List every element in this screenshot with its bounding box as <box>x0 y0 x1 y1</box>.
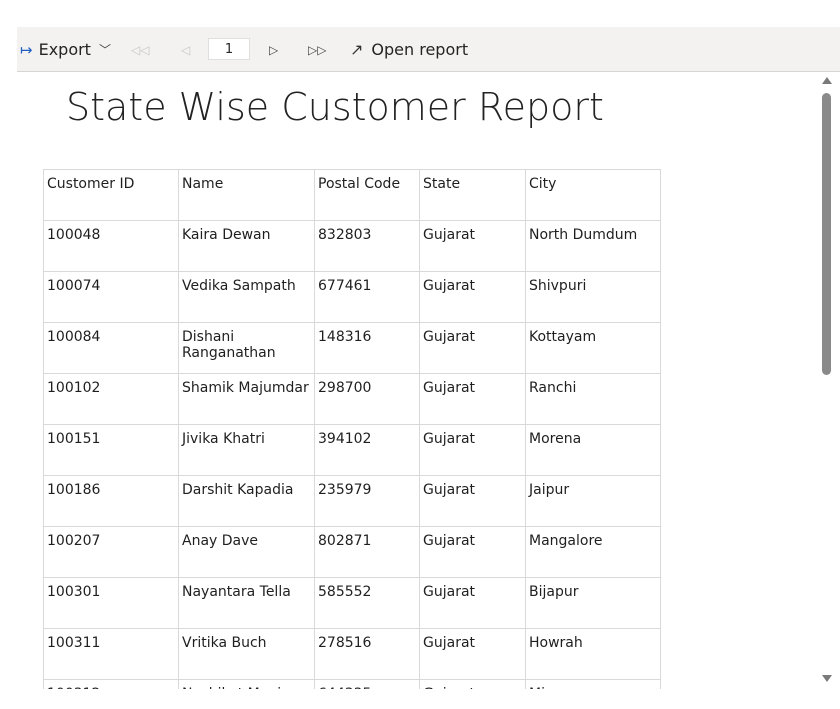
state-cell: Gujarat <box>419 679 526 689</box>
last-page-button[interactable]: ▷▷ <box>308 27 326 72</box>
customer-id-cell: 100301 <box>43 577 179 629</box>
city-cell: Ranchi <box>525 373 661 425</box>
table-row: 100186 Darshit Kapadia 235979 Gujarat Ja… <box>43 475 661 527</box>
first-page-button[interactable]: ◁◁ <box>131 27 149 72</box>
state-cell: Gujarat <box>419 526 526 578</box>
city-cell: Kottayam <box>525 322 661 374</box>
customer-id-cell: 100102 <box>43 373 179 425</box>
customer-id-cell: 100151 <box>43 424 179 476</box>
city-cell: North Dumdum <box>525 220 661 272</box>
column-header-state: State <box>419 169 526 221</box>
name-cell: Anay Dave <box>178 526 315 578</box>
state-cell: Gujarat <box>419 424 526 476</box>
city-cell: Bijapur <box>525 577 661 629</box>
table-row: 100151 Jivika Khatri 394102 Gujarat More… <box>43 424 661 476</box>
last-page-icon: ▷▷ <box>308 42 327 57</box>
table-row: 100084 Dishani Ranganathan 148316 Gujara… <box>43 322 661 374</box>
previous-page-button[interactable]: ◁ <box>181 27 190 72</box>
customer-id-cell: 100207 <box>43 526 179 578</box>
table-row: 100074 Vedika Sampath 677461 Gujarat Shi… <box>43 271 661 323</box>
postal-code-cell: 298700 <box>314 373 420 425</box>
state-cell: Gujarat <box>419 628 526 680</box>
report-toolbar: ↦ Export ﹀ ◁◁ ◁ ▷ ▷▷ ↗ Open report <box>17 27 840 72</box>
postal-code-cell: 802871 <box>314 526 420 578</box>
table-row: 100311 Vritika Buch 278516 Gujarat Howra… <box>43 628 661 680</box>
table-row: 100207 Anay Dave 802871 Gujarat Mangalor… <box>43 526 661 578</box>
postal-code-cell: 832803 <box>314 220 420 272</box>
table-header-row: Customer ID Name Postal Code State City <box>43 169 661 221</box>
open-external-icon: ↗ <box>350 40 364 59</box>
report-canvas: State Wise Customer Report Customer ID N… <box>17 73 817 689</box>
state-cell: Gujarat <box>419 220 526 272</box>
city-cell: Jaipur <box>525 475 661 527</box>
postal-code-cell: 677461 <box>314 271 420 323</box>
customer-id-cell: 100186 <box>43 475 179 527</box>
export-label: Export <box>38 40 91 59</box>
table-row: 100312 Nachiket Mani 644335 Gujarat Mirz… <box>43 679 661 689</box>
postal-code-cell: 394102 <box>314 424 420 476</box>
name-cell: Vritika Buch <box>178 628 315 680</box>
postal-code-cell: 644335 <box>314 679 420 689</box>
name-cell: Nayantara Tella <box>178 577 315 629</box>
city-cell: Mirzapur <box>525 679 661 689</box>
city-cell: Shivpuri <box>525 271 661 323</box>
name-cell: Nachiket Mani <box>178 679 315 689</box>
city-cell: Howrah <box>525 628 661 680</box>
table-row: 100048 Kaira Dewan 832803 Gujarat North … <box>43 220 661 272</box>
scroll-up-arrow-icon[interactable] <box>822 77 832 84</box>
customer-id-cell: 100048 <box>43 220 179 272</box>
customer-table: Customer ID Name Postal Code State City … <box>43 169 661 689</box>
report-title: State Wise Customer Report <box>66 85 604 129</box>
export-button[interactable]: ↦ Export ﹀ <box>20 27 111 72</box>
page-number-input[interactable] <box>208 38 250 60</box>
next-page-icon: ▷ <box>269 42 279 57</box>
first-page-icon: ◁◁ <box>131 42 150 57</box>
state-cell: Gujarat <box>419 475 526 527</box>
column-header-city: City <box>525 169 661 221</box>
column-header-postal-code: Postal Code <box>314 169 420 221</box>
state-cell: Gujarat <box>419 373 526 425</box>
postal-code-cell: 585552 <box>314 577 420 629</box>
name-cell: Jivika Khatri <box>178 424 315 476</box>
postal-code-cell: 278516 <box>314 628 420 680</box>
open-report-label: Open report <box>371 40 469 59</box>
open-report-button[interactable]: ↗ Open report <box>350 27 468 72</box>
scrollbar-thumb[interactable] <box>822 93 831 375</box>
state-cell: Gujarat <box>419 322 526 374</box>
next-page-button[interactable]: ▷ <box>269 27 278 72</box>
column-header-customer-id: Customer ID <box>43 169 179 221</box>
name-cell: Darshit Kapadia <box>178 475 315 527</box>
name-cell: Vedika Sampath <box>178 271 315 323</box>
chevron-down-icon: ﹀ <box>98 43 111 57</box>
customer-id-cell: 100312 <box>43 679 179 689</box>
column-header-name: Name <box>178 169 315 221</box>
state-cell: Gujarat <box>419 577 526 629</box>
postal-code-cell: 148316 <box>314 322 420 374</box>
previous-page-icon: ◁ <box>181 42 191 57</box>
state-cell: Gujarat <box>419 271 526 323</box>
city-cell: Mangalore <box>525 526 661 578</box>
table-row: 100102 Shamik Majumdar 298700 Gujarat Ra… <box>43 373 661 425</box>
scroll-down-arrow-icon[interactable] <box>822 675 832 682</box>
name-cell: Kaira Dewan <box>178 220 315 272</box>
customer-id-cell: 100074 <box>43 271 179 323</box>
table-row: 100301 Nayantara Tella 585552 Gujarat Bi… <box>43 577 661 629</box>
customer-id-cell: 100311 <box>43 628 179 680</box>
name-cell: Dishani Ranganathan <box>178 322 315 374</box>
city-cell: Morena <box>525 424 661 476</box>
customer-id-cell: 100084 <box>43 322 179 374</box>
name-cell: Shamik Majumdar <box>178 373 315 425</box>
postal-code-cell: 235979 <box>314 475 420 527</box>
vertical-scrollbar[interactable] <box>818 73 840 689</box>
export-arrow-icon: ↦ <box>20 40 33 59</box>
